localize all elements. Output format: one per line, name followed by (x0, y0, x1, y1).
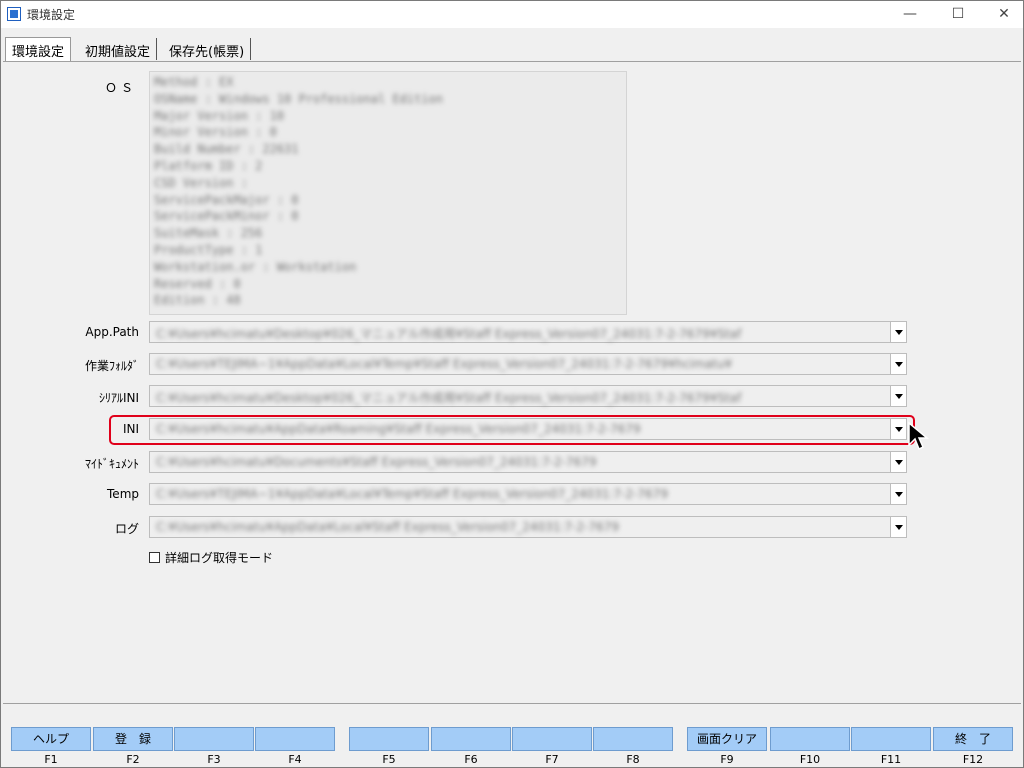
detail-log-label: 詳細ログ取得モード (165, 551, 274, 565)
os-info-line: SuiteMask : 256 (154, 226, 263, 241)
my-documents-value: C:¥Users¥hcimatu¥Documents¥Staff Express… (156, 455, 597, 469)
app-path-label: App.Path (85, 325, 139, 339)
os-info-box: Method : EX OSName : Windows 10 Professio… (149, 71, 627, 315)
app-icon (7, 7, 21, 21)
dropdown-arrow-icon[interactable] (890, 354, 906, 374)
os-info-line: Major Version : 10 (154, 108, 285, 123)
settings-window: 環境設定 — ☐ ✕ 環境設定 初期値設定 保存先(帳票) ＯＳ Method … (0, 0, 1024, 768)
function-key-f12-label: F12 (962, 753, 984, 766)
function-key-f5-label: F5 (382, 753, 396, 766)
os-info-line: ProductType : 1 (154, 243, 263, 257)
tab-save-destination[interactable]: 保存先(帳票) (163, 38, 252, 60)
os-info-line: Method : EX (154, 75, 234, 89)
work-folder-label: 作業ﾌｫﾙﾀﾞ (84, 359, 139, 373)
tab-divider (3, 61, 1021, 62)
function-key-f6-button[interactable] (431, 727, 511, 751)
os-info-line: Minor Version : 0 (154, 125, 277, 140)
dropdown-arrow-icon[interactable] (890, 322, 906, 342)
function-key-f11-label: F11 (880, 753, 902, 766)
os-info-line: Workstation.or : Workstation (154, 259, 357, 274)
work-folder-combo[interactable]: C:¥Users¥TEJIMA~1¥AppData¥Local¥Temp¥Sta… (149, 353, 907, 375)
os-info-line: OSName : Windows 10 Professional Edition (154, 91, 443, 106)
function-key-f12-button[interactable]: 終 了 (933, 727, 1013, 751)
function-key-f1-label: F1 (44, 753, 58, 766)
mouse-cursor-icon (908, 421, 930, 451)
function-key-f7-label: F7 (545, 753, 559, 766)
dropdown-arrow-icon[interactable] (890, 517, 906, 537)
function-key-f6-label: F6 (464, 753, 478, 766)
serial-ini-combo[interactable]: C:¥Users¥hcimatu¥Desktop¥026_マニュアル作成用¥St… (149, 385, 907, 407)
function-key-f3-label: F3 (207, 753, 221, 766)
log-label: ログ (114, 522, 139, 536)
tab-environment[interactable]: 環境設定 (5, 37, 72, 61)
temp-label: Temp (107, 487, 139, 501)
function-key-f1-button[interactable]: ヘルプ (11, 727, 91, 751)
bottom-divider (3, 703, 1021, 704)
function-key-f2-button[interactable]: 登 録 (93, 727, 173, 751)
os-info-line: Platform ID : 2 (154, 159, 263, 173)
my-documents-combo[interactable]: C:¥Users¥hcimatu¥Documents¥Staff Express… (149, 451, 907, 473)
function-key-f7-button[interactable] (512, 727, 592, 751)
dropdown-arrow-icon[interactable] (890, 484, 906, 504)
os-info-line: Reserved : 0 (154, 276, 241, 291)
temp-value: C:¥Users¥TEJIMA~1¥AppData¥Local¥Temp¥Sta… (156, 487, 668, 501)
function-key-f9-label: F9 (720, 753, 734, 766)
os-label: ＯＳ (104, 81, 137, 95)
function-key-f10-label: F10 (799, 753, 821, 766)
detail-log-checkbox[interactable] (149, 552, 160, 563)
app-path-combo[interactable]: C:¥Users¥hcimatu¥Desktop¥026_マニュアル作成用¥St… (149, 321, 907, 343)
serial-ini-value: C:¥Users¥hcimatu¥Desktop¥026_マニュアル作成用¥St… (156, 391, 742, 405)
minimize-button[interactable]: — (887, 1, 933, 28)
serial-ini-label: ｼﾘｱﾙINI (98, 391, 139, 405)
ini-highlight-frame (109, 415, 915, 445)
function-key-f8-button[interactable] (593, 727, 673, 751)
dropdown-arrow-icon[interactable] (890, 452, 906, 472)
window-title: 環境設定 (27, 8, 76, 22)
tab-initial-values[interactable]: 初期値設定 (79, 38, 158, 60)
detail-log-row[interactable]: 詳細ログ取得モード (149, 549, 273, 566)
close-button[interactable]: ✕ (981, 1, 1024, 28)
work-folder-value: C:¥Users¥TEJIMA~1¥AppData¥Local¥Temp¥Sta… (156, 357, 733, 371)
title-bar: 環境設定 — ☐ ✕ (1, 1, 1023, 28)
function-key-f11-button[interactable] (851, 727, 931, 751)
os-info-line: ServicePackMajor : 0 (154, 192, 299, 207)
os-info-line: CSD Version : (154, 175, 248, 190)
os-info-line: Build Number : 22631 (154, 142, 299, 157)
log-combo[interactable]: C:¥Users¥hcimatu¥AppData¥Local¥Staff Exp… (149, 516, 907, 538)
temp-combo[interactable]: C:¥Users¥TEJIMA~1¥AppData¥Local¥Temp¥Sta… (149, 483, 907, 505)
maximize-button[interactable]: ☐ (935, 1, 981, 28)
os-info-line: Edition : 48 (154, 293, 241, 308)
function-key-f3-button[interactable] (174, 727, 254, 751)
os-info-line: ServicePackMinor : 0 (154, 209, 299, 224)
log-value: C:¥Users¥hcimatu¥AppData¥Local¥Staff Exp… (156, 520, 619, 534)
my-documents-label: ﾏｲﾄﾞｷｭﾒﾝﾄ (84, 457, 139, 471)
function-key-f5-button[interactable] (349, 727, 429, 751)
function-key-f8-label: F8 (626, 753, 640, 766)
function-key-f9-button[interactable]: 画面クリア (687, 727, 767, 751)
app-path-value: C:¥Users¥hcimatu¥Desktop¥026_マニュアル作成用¥St… (156, 327, 742, 341)
function-key-f10-button[interactable] (770, 727, 850, 751)
dropdown-arrow-icon[interactable] (890, 386, 906, 406)
function-key-f4-label: F4 (288, 753, 302, 766)
function-key-f4-button[interactable] (255, 727, 335, 751)
function-key-f2-label: F2 (126, 753, 140, 766)
